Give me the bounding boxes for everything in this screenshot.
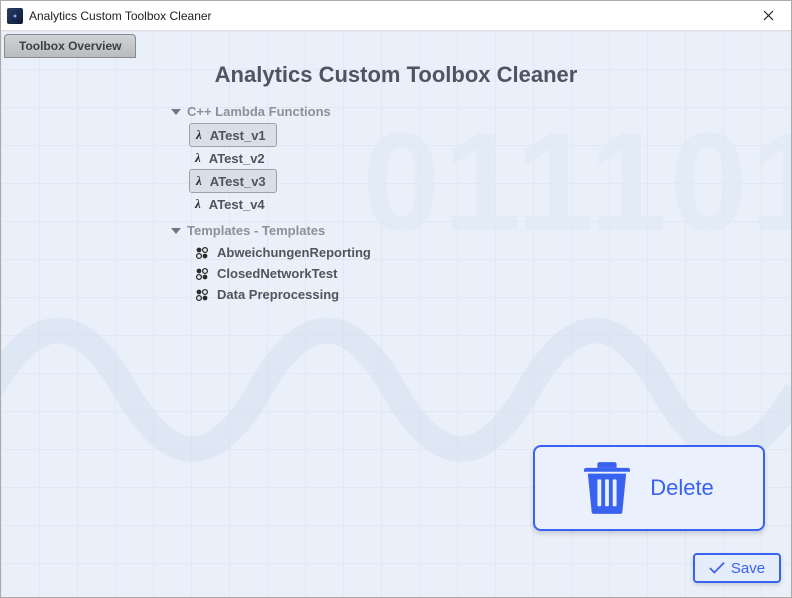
lambda-icon: λ <box>196 127 202 143</box>
tree-item[interactable]: λ ATest_v2 <box>189 147 275 169</box>
group-label: C++ Lambda Functions <box>187 104 331 119</box>
tree-group: Templates - Templates AbweichungenReporti… <box>171 221 791 305</box>
tree-item[interactable]: Data Preprocessing <box>189 284 349 305</box>
save-button[interactable]: Save <box>693 553 781 583</box>
tree-item-label: AbweichungenReporting <box>217 245 371 260</box>
tab-label: Toolbox Overview <box>19 39 121 53</box>
tree-item[interactable]: λ ATest_v3 <box>189 169 277 193</box>
tree-item[interactable]: λ ATest_v1 <box>189 123 277 147</box>
tree-item-label: ATest_v2 <box>209 151 265 166</box>
tree-item[interactable]: AbweichungenReporting <box>189 242 381 263</box>
titlebar: Analytics Custom Toolbox Cleaner <box>1 1 791 31</box>
close-icon <box>763 10 774 21</box>
tree-item[interactable]: ClosedNetworkTest <box>189 263 347 284</box>
tree-group-header[interactable]: Templates - Templates <box>171 221 791 240</box>
lambda-icon: λ <box>196 173 202 189</box>
lambda-icon: λ <box>195 150 201 166</box>
chevron-down-icon <box>171 109 181 115</box>
template-icon <box>195 246 209 260</box>
delete-button[interactable]: Delete <box>533 445 765 531</box>
tab-toolbox-overview[interactable]: Toolbox Overview <box>4 34 136 58</box>
tree-item-label: ATest_v3 <box>210 174 266 189</box>
tree-group-header[interactable]: C++ Lambda Functions <box>171 102 791 121</box>
tree-group: C++ Lambda FunctionsλATest_v1λATest_v2λA… <box>171 102 791 215</box>
tree-group-items: λ ATest_v1 λ ATest_v2 λ ATest_v3 λ ATest_v4 <box>189 123 791 215</box>
chevron-down-icon <box>171 228 181 234</box>
tree-item-label: ATest_v1 <box>210 128 266 143</box>
tree-item[interactable]: λ ATest_v4 <box>189 193 275 215</box>
window-title: Analytics Custom Toolbox Cleaner <box>29 9 212 23</box>
tree-group-items: AbweichungenReporting ClosedNetworkTest Da… <box>189 242 791 305</box>
page-heading: Analytics Custom Toolbox Cleaner <box>1 62 791 88</box>
check-icon <box>709 561 725 575</box>
app-icon <box>7 8 23 24</box>
content-area: 011101 Toolbox Overview Analytics Custom… <box>1 31 791 597</box>
template-icon <box>195 288 209 302</box>
tree-view: C++ Lambda FunctionsλATest_v1λATest_v2λA… <box>171 102 791 305</box>
tree-item-label: ClosedNetworkTest <box>217 266 337 281</box>
lambda-icon: λ <box>195 196 201 212</box>
close-button[interactable] <box>746 1 791 31</box>
group-label: Templates - Templates <box>187 223 325 238</box>
save-label: Save <box>731 560 765 577</box>
tree-item-label: ATest_v4 <box>209 197 265 212</box>
tree-item-label: Data Preprocessing <box>217 287 339 302</box>
trash-icon <box>584 462 630 514</box>
template-icon <box>195 267 209 281</box>
delete-label: Delete <box>650 475 714 501</box>
